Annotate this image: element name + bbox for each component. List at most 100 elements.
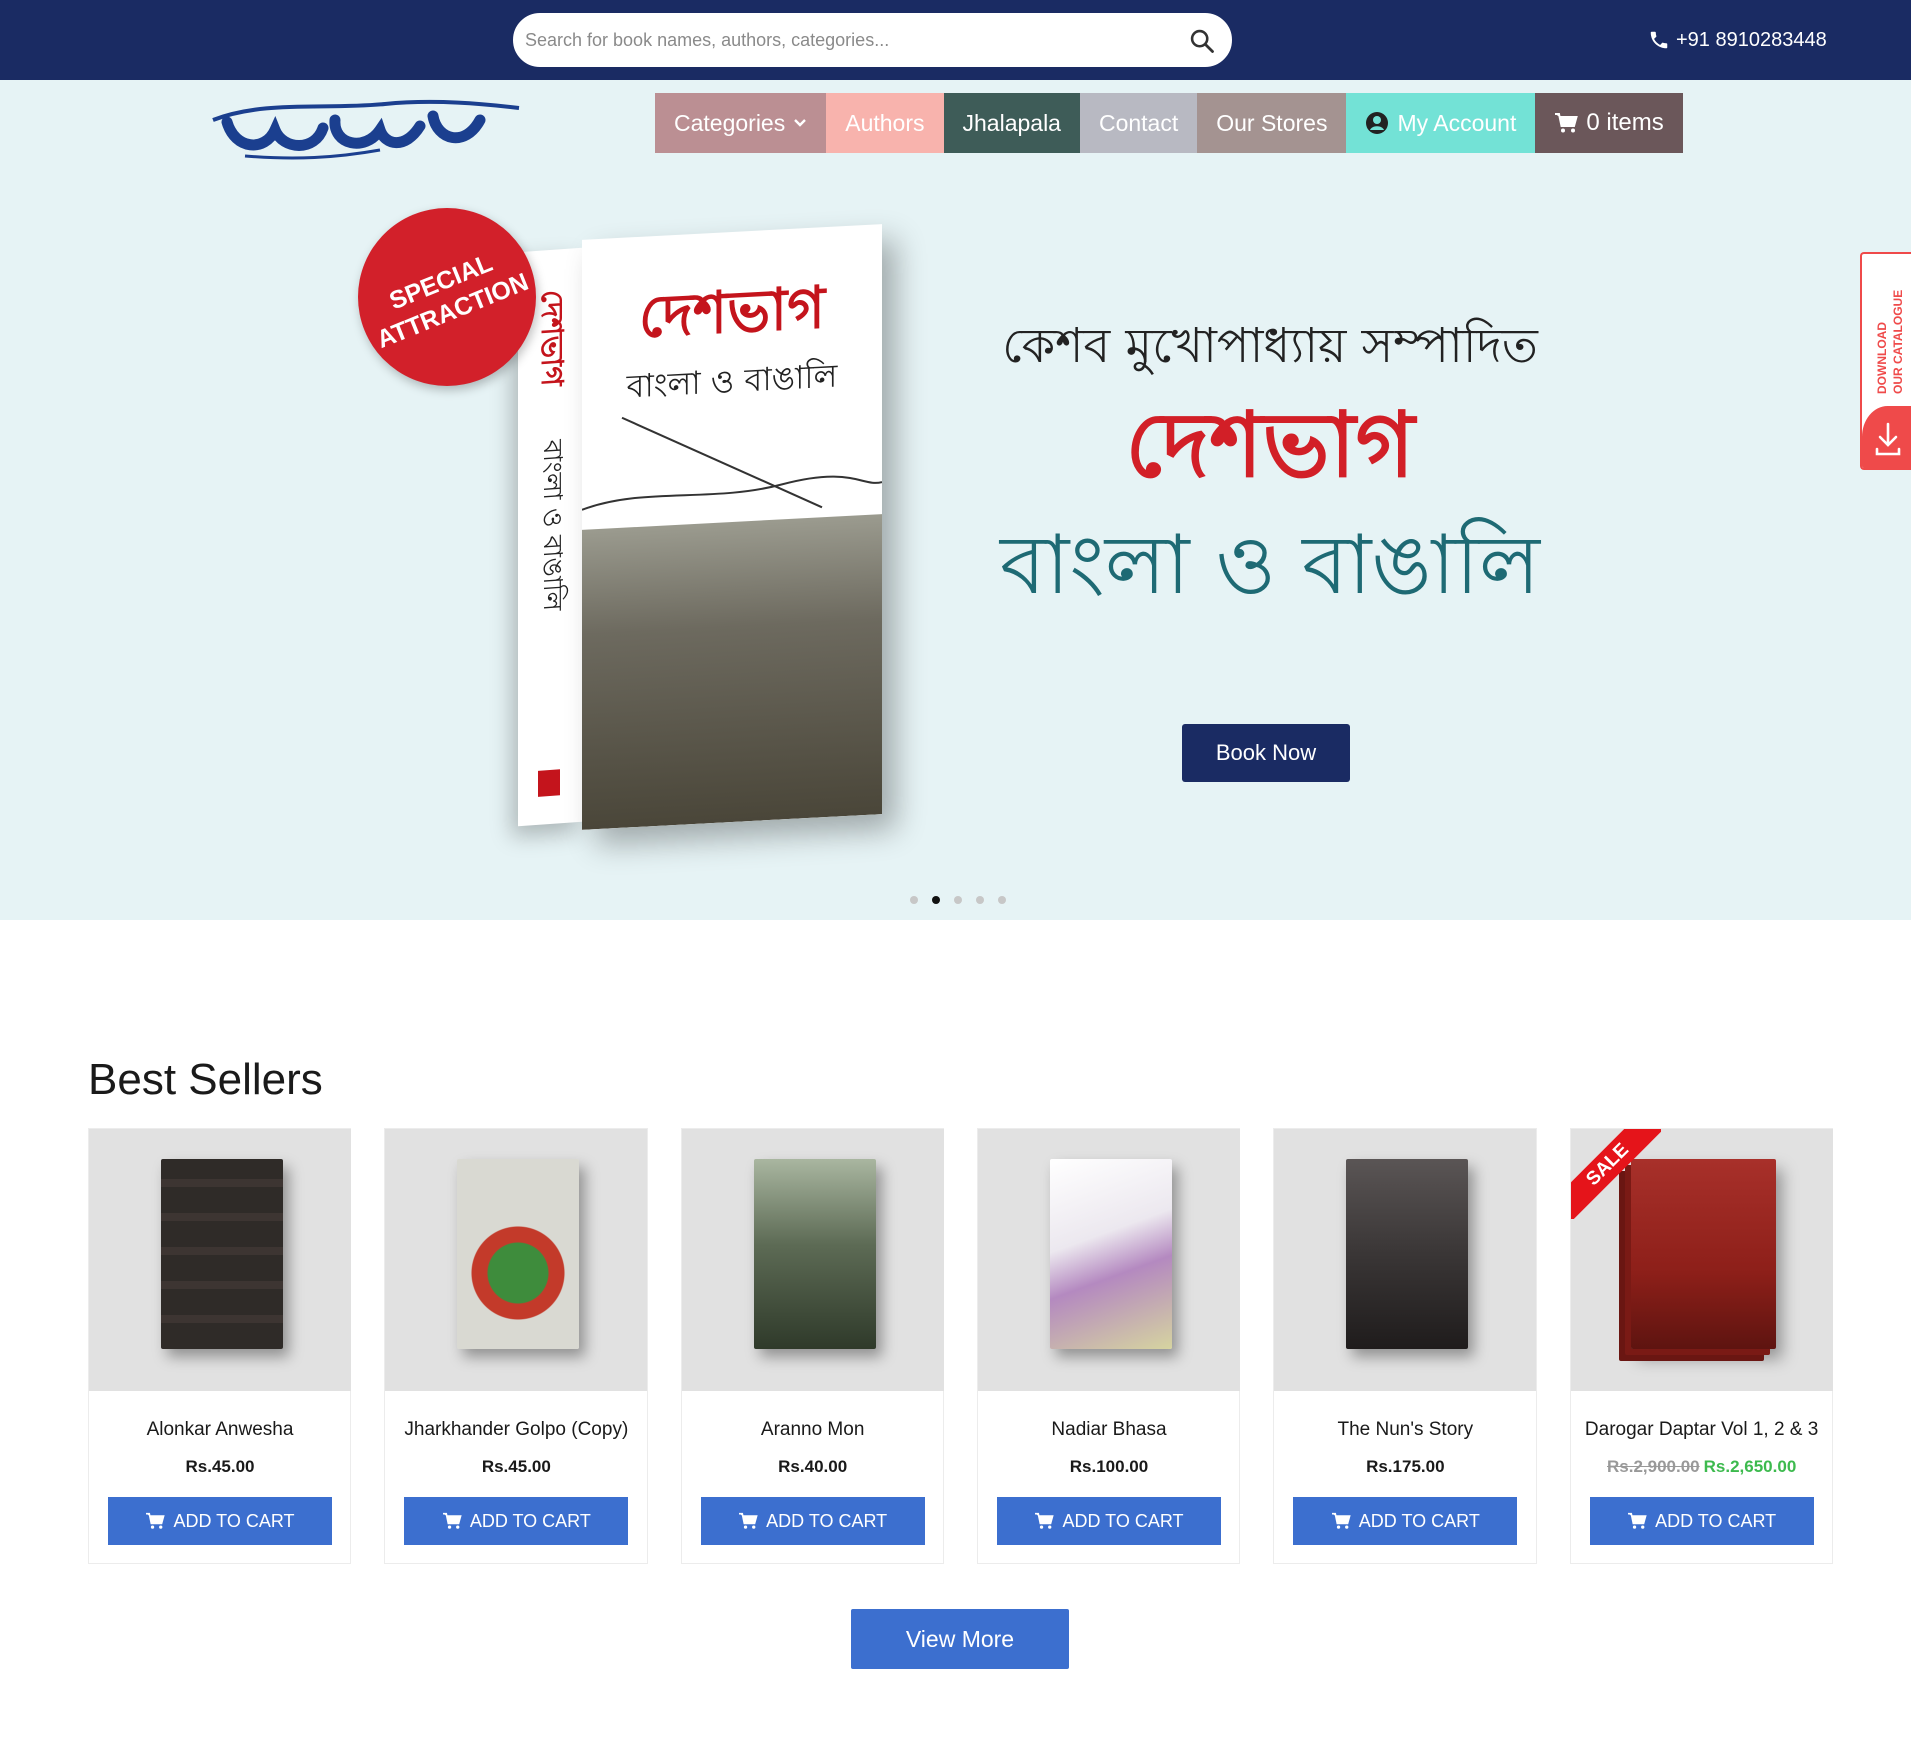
nav-my-account[interactable]: My Account bbox=[1346, 93, 1536, 153]
spine-subtitle: বাংলা ও বাঙালি bbox=[537, 438, 568, 613]
product-card[interactable]: Jharkhander Golpo (Copy) Rs.45.00 ADD TO… bbox=[384, 1128, 648, 1564]
add-to-cart-label: ADD TO CART bbox=[1062, 1510, 1184, 1531]
sale-label: SALE bbox=[1570, 1129, 1661, 1219]
add-to-cart-button[interactable]: ADD TO CART bbox=[404, 1497, 629, 1545]
download-catalogue-tab[interactable]: DOWNLOAD OUR CATALOGUE bbox=[1860, 252, 1911, 470]
carousel-dot-4[interactable] bbox=[976, 896, 984, 904]
product-price: Rs.100.00 bbox=[978, 1457, 1240, 1477]
add-to-cart-button[interactable]: ADD TO CART bbox=[700, 1497, 925, 1545]
product-image[interactable]: SALE bbox=[1570, 1129, 1833, 1391]
product-name[interactable]: Nadiar Bhasa bbox=[978, 1419, 1240, 1441]
nav-cart[interactable]: 0 items bbox=[1535, 93, 1683, 153]
download-icon bbox=[1875, 422, 1901, 456]
price-value: Rs.40.00 bbox=[778, 1457, 848, 1476]
product-image[interactable] bbox=[385, 1129, 648, 1391]
add-to-cart-button[interactable]: ADD TO CART bbox=[1589, 1497, 1814, 1545]
price-value: Rs.175.00 bbox=[1366, 1457, 1445, 1476]
product-name[interactable]: Alonkar Anwesha bbox=[89, 1419, 351, 1441]
hero-title: দেশভাগ bbox=[1125, 392, 1415, 498]
cover-subtitle: বাংলা ও বাঙালি bbox=[626, 356, 839, 405]
nav-account-label: My Account bbox=[1397, 109, 1517, 136]
site-logo[interactable] bbox=[205, 90, 525, 172]
add-to-cart-label: ADD TO CART bbox=[766, 1510, 888, 1531]
cover-photo bbox=[582, 514, 882, 830]
book-now-button[interactable]: Book Now bbox=[1182, 724, 1350, 782]
product-card[interactable]: SALE Darogar Daptar Vol 1, 2 & 3 Rs.2,90… bbox=[1569, 1128, 1833, 1564]
sale-badge: SALE bbox=[1570, 1129, 1661, 1219]
product-image[interactable] bbox=[681, 1129, 944, 1391]
book-cover-thumb bbox=[457, 1159, 580, 1349]
product-name[interactable]: Jharkhander Golpo (Copy) bbox=[385, 1419, 647, 1441]
download-button[interactable] bbox=[1862, 406, 1911, 468]
product-price: Rs.2,900.00 Rs.2,650.00 bbox=[1571, 1457, 1833, 1477]
add-to-cart-button[interactable]: ADD TO CART bbox=[108, 1497, 332, 1545]
nav-authors-label: Authors bbox=[845, 109, 925, 136]
nav-contact-label: Contact bbox=[1098, 109, 1179, 136]
hero-editor-line: কেশব মুখোপাধ্যায় সম্পাদিত bbox=[1002, 318, 1538, 374]
product-price: Rs.40.00 bbox=[682, 1457, 944, 1477]
product-image[interactable] bbox=[89, 1129, 351, 1391]
add-to-cart-button[interactable]: ADD TO CART bbox=[996, 1497, 1221, 1545]
price-value: Rs.45.00 bbox=[185, 1457, 255, 1476]
featured-book-image: দেশভাগ বাংলা ও বাঙালি দেশভাগ বাংলা ও বাঙ… bbox=[518, 224, 888, 832]
carousel-dot-2[interactable] bbox=[932, 896, 940, 904]
phone-link[interactable]: +91 8910283448 bbox=[1648, 26, 1827, 54]
badge-text: SPECIAL ATTRACTION bbox=[372, 248, 533, 354]
book-cover: দেশভাগ বাংলা ও বাঙালি bbox=[582, 224, 882, 830]
price-value: Rs.45.00 bbox=[481, 1457, 551, 1476]
carousel-dot-5[interactable] bbox=[998, 896, 1006, 904]
nav-contact[interactable]: Contact bbox=[1079, 93, 1198, 153]
product-image[interactable] bbox=[1274, 1129, 1537, 1391]
product-card[interactable]: Alonkar Anwesha Rs.45.00 ADD TO CART bbox=[88, 1128, 352, 1564]
product-card[interactable]: Nadiar Bhasa Rs.100.00 ADD TO CART bbox=[976, 1128, 1241, 1564]
price-value: Rs.100.00 bbox=[1069, 1457, 1149, 1476]
phone-icon bbox=[1650, 31, 1668, 49]
user-icon bbox=[1366, 112, 1389, 134]
product-card[interactable]: Aranno Mon Rs.40.00 ADD TO CART bbox=[680, 1128, 944, 1564]
catalogue-text: DOWNLOAD OUR CATALOGUE bbox=[1875, 290, 1905, 394]
add-to-cart-label: ADD TO CART bbox=[173, 1510, 295, 1531]
search-box[interactable] bbox=[513, 13, 1232, 67]
old-price: Rs.2,900.00 bbox=[1607, 1457, 1700, 1476]
product-name[interactable]: Darogar Daptar Vol 1, 2 & 3 bbox=[1571, 1419, 1833, 1441]
add-to-cart-label: ADD TO CART bbox=[1655, 1510, 1777, 1531]
carousel-dot-3[interactable] bbox=[954, 896, 962, 904]
nav-jhalapala[interactable]: Jhalapala bbox=[943, 93, 1080, 153]
search-icon[interactable] bbox=[1188, 27, 1216, 55]
cart-icon bbox=[1331, 1512, 1351, 1529]
nav-stores-label: Our Stores bbox=[1216, 109, 1328, 136]
view-more-button[interactable]: View More bbox=[851, 1609, 1069, 1669]
book-cover-thumb bbox=[1049, 1159, 1172, 1349]
product-card[interactable]: The Nun's Story Rs.175.00 ADD TO CART bbox=[1273, 1128, 1537, 1564]
book-cover-thumb bbox=[161, 1159, 283, 1349]
product-name[interactable]: The Nun's Story bbox=[1274, 1419, 1536, 1441]
nav-categories[interactable]: Categories bbox=[655, 93, 827, 153]
add-to-cart-label: ADD TO CART bbox=[469, 1510, 591, 1531]
best-sellers-heading: Best Sellers bbox=[88, 1055, 323, 1104]
cart-icon bbox=[1035, 1512, 1055, 1529]
special-attraction-badge: SPECIAL ATTRACTION bbox=[358, 208, 536, 386]
product-price: Rs.175.00 bbox=[1274, 1457, 1536, 1477]
catalogue-line2: OUR CATALOGUE bbox=[1891, 290, 1905, 394]
book-cover-thumb bbox=[1346, 1159, 1469, 1349]
cart-icon bbox=[1628, 1512, 1647, 1529]
hero-subtitle: বাংলা ও বাঙালি bbox=[1000, 518, 1540, 613]
chevron-down-icon bbox=[794, 119, 807, 127]
best-sellers-grid: Alonkar Anwesha Rs.45.00 ADD TO CART Jha… bbox=[88, 1128, 1833, 1564]
hero-banner bbox=[0, 80, 1911, 920]
catalogue-line1: DOWNLOAD bbox=[1875, 322, 1889, 394]
carousel-dots bbox=[910, 896, 1006, 904]
add-to-cart-button[interactable]: ADD TO CART bbox=[1293, 1497, 1518, 1545]
book-cover-thumb bbox=[753, 1159, 876, 1349]
cart-icon bbox=[442, 1512, 462, 1529]
carousel-dot-1[interactable] bbox=[910, 896, 918, 904]
product-image[interactable] bbox=[977, 1129, 1240, 1391]
top-bar: +91 8910283448 bbox=[0, 0, 1911, 80]
nav-authors[interactable]: Authors bbox=[826, 93, 944, 153]
cart-icon bbox=[739, 1512, 758, 1529]
phone-number: +91 8910283448 bbox=[1676, 28, 1827, 51]
product-name[interactable]: Aranno Mon bbox=[682, 1419, 944, 1441]
nav-jhalapala-label: Jhalapala bbox=[962, 109, 1061, 136]
nav-our-stores[interactable]: Our Stores bbox=[1197, 93, 1347, 153]
search-input[interactable] bbox=[525, 23, 1165, 57]
